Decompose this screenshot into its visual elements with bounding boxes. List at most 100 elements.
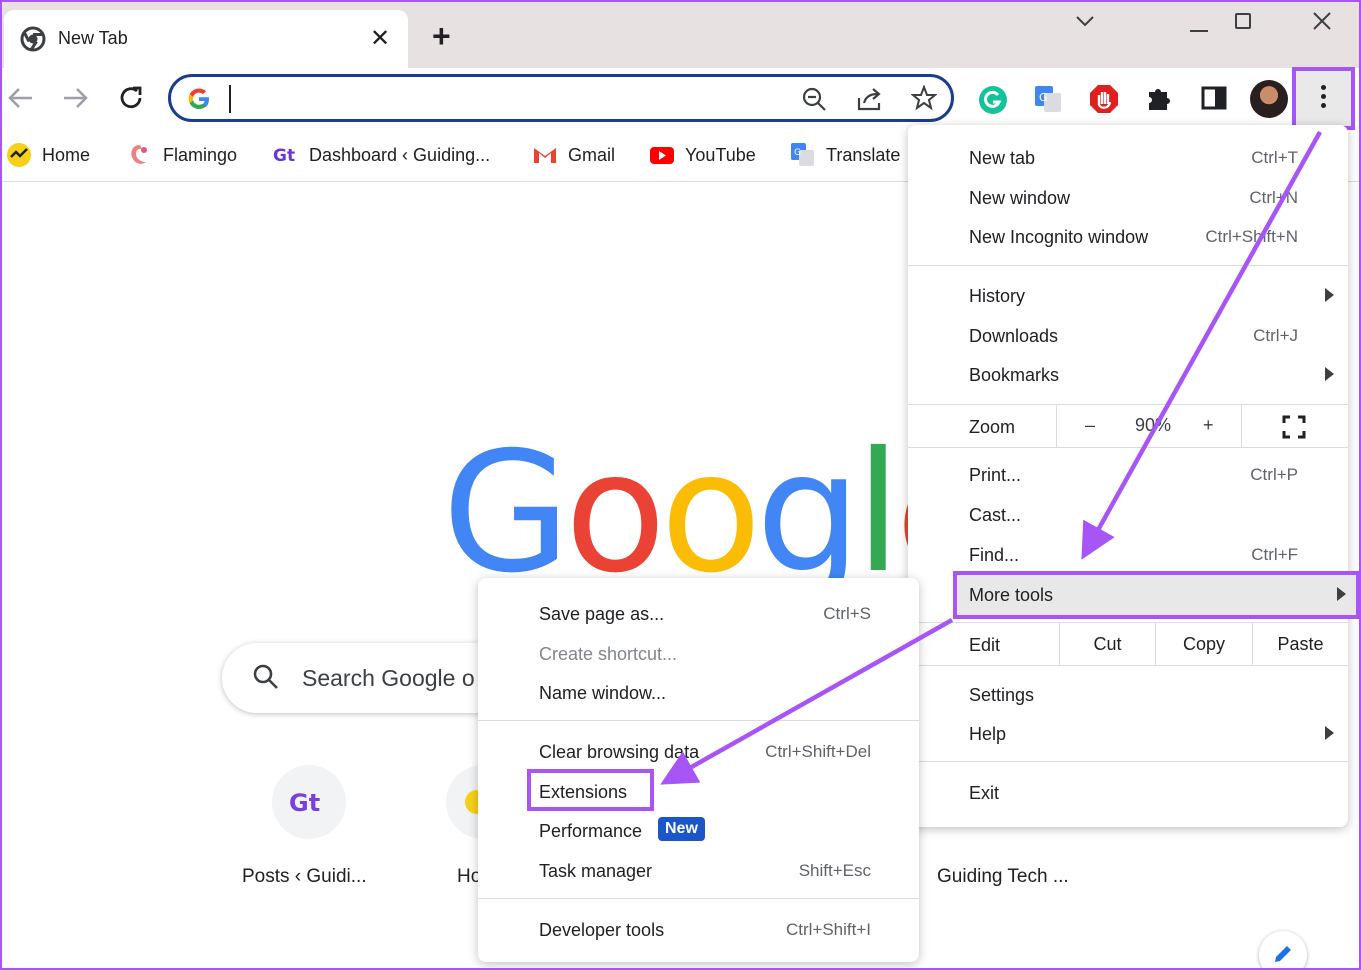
submenu-arrow-icon — [1325, 288, 1334, 302]
bookmark-youtube[interactable]: YouTube — [649, 142, 756, 168]
menu-item-label: New window — [969, 188, 1071, 208]
zoom-icon[interactable] — [801, 86, 827, 112]
menu-item-save-page[interactable]: Save page as... Ctrl+S — [478, 598, 919, 634]
chrome-main-menu: New tab Ctrl+T New window Ctrl+N New Inc… — [908, 125, 1348, 827]
menu-item-bookmarks[interactable]: Bookmarks — [908, 357, 1348, 393]
bookmark-label: YouTube — [685, 144, 756, 165]
menu-item-label: Create shortcut... — [539, 644, 678, 664]
tab-search-icon[interactable] — [1075, 14, 1095, 28]
menu-item-shortcut: Ctrl+N — [1249, 188, 1298, 207]
menu-item-new-incognito[interactable]: New Incognito window Ctrl+Shift+N — [908, 219, 1348, 255]
bookmark-label: Home — [42, 144, 91, 165]
menu-item-performance[interactable]: Performance New — [478, 815, 919, 851]
menu-item-clear-browsing-data[interactable]: Clear browsing data Ctrl+Shift+Del — [478, 736, 919, 772]
chrome-menu-button[interactable] — [1292, 67, 1355, 130]
menu-item-find[interactable]: Find... Ctrl+F — [908, 537, 1348, 573]
menu-item-new-window[interactable]: New window Ctrl+N — [908, 180, 1348, 216]
menu-item-label: Cast... — [969, 505, 1022, 525]
menu-item-label: Find... — [969, 545, 1020, 565]
zoom-label: Zoom — [969, 417, 1016, 437]
fullscreen-button[interactable] — [1241, 405, 1348, 447]
fullscreen-icon — [1282, 415, 1306, 439]
bookmark-gmail[interactable]: Gmail — [532, 142, 615, 168]
menu-item-shortcut: Shift+Esc — [798, 861, 871, 880]
menu-item-history[interactable]: History — [908, 278, 1348, 314]
menu-item-label: New tab — [969, 148, 1036, 168]
menu-item-name-window[interactable]: Name window... — [478, 677, 919, 713]
pencil-icon — [1275, 946, 1291, 962]
menu-item-label: Task manager — [539, 861, 653, 881]
menu-item-shortcut: Ctrl+Shift+Del — [765, 742, 871, 761]
zoom-out-button[interactable]: – — [1085, 415, 1095, 436]
menu-separator — [908, 761, 1348, 762]
menu-item-help[interactable]: Help — [908, 716, 1348, 752]
edit-label: Edit — [969, 635, 1001, 655]
forward-icon[interactable] — [62, 86, 88, 110]
back-icon[interactable] — [8, 86, 34, 110]
menu-item-print[interactable]: Print... Ctrl+P — [908, 457, 1348, 493]
minimize-icon[interactable] — [1190, 30, 1208, 32]
zoom-in-button[interactable]: + — [1203, 415, 1214, 436]
extensions-puzzle-icon[interactable] — [1145, 84, 1173, 112]
close-tab-icon[interactable]: ✕ — [370, 24, 390, 53]
menu-separator — [908, 665, 1348, 666]
grammarly-icon[interactable] — [978, 85, 1008, 115]
shortcut-label: Posts ‹ Guidi... — [242, 866, 367, 887]
submenu-arrow-icon — [1337, 587, 1346, 601]
customize-button[interactable] — [1259, 931, 1307, 970]
gmail-icon — [534, 148, 556, 163]
menu-item-cast[interactable]: Cast... — [908, 497, 1348, 533]
paste-button[interactable]: Paste — [1252, 623, 1348, 665]
reload-icon[interactable] — [117, 84, 145, 112]
menu-item-exit[interactable]: Exit — [908, 775, 1348, 811]
menu-item-shortcut: Ctrl+Shift+I — [785, 920, 871, 939]
menu-separator — [478, 720, 919, 721]
maximize-icon[interactable] — [1235, 13, 1251, 29]
menu-item-create-shortcut[interactable]: Create shortcut... — [478, 638, 919, 674]
menu-item-label: Bookmarks — [969, 365, 1060, 385]
bookmark-label: Dashboard ‹ Guiding... — [309, 144, 491, 165]
new-tab-button[interactable]: + — [432, 20, 451, 52]
bookmark-label: Flamingo — [163, 144, 238, 165]
guiding-tech-icon: Gt — [273, 146, 295, 166]
menu-separator — [908, 265, 1348, 266]
menu-item-downloads[interactable]: Downloads Ctrl+J — [908, 318, 1348, 354]
submenu-arrow-icon — [1325, 726, 1334, 740]
chrome-icon — [20, 26, 46, 52]
cut-button[interactable]: Cut — [1059, 623, 1155, 665]
address-bar[interactable] — [168, 74, 954, 122]
menu-item-label: Developer tools — [539, 920, 665, 940]
home-bookmark-icon — [7, 143, 31, 167]
menu-item-label: Save page as... — [539, 604, 665, 624]
menu-item-label: Settings — [969, 685, 1035, 705]
copy-button[interactable]: Copy — [1155, 623, 1252, 665]
youtube-icon — [650, 147, 674, 164]
menu-item-new-tab[interactable]: New tab Ctrl+T — [908, 140, 1348, 176]
shortcut-label: Guiding Tech ... — [937, 866, 1069, 887]
profile-avatar[interactable] — [1250, 80, 1288, 118]
side-panel-icon[interactable] — [1201, 86, 1227, 110]
bookmark-dashboard[interactable]: Gt Dashboard ‹ Guiding... — [273, 142, 490, 168]
menu-item-label: New Incognito window — [969, 227, 1149, 247]
translate-extension-icon[interactable]: G — [1033, 84, 1063, 114]
menu-item-label: More tools — [969, 585, 1054, 605]
share-icon[interactable] — [856, 86, 884, 112]
kebab-menu-icon — [1321, 85, 1327, 112]
bookmark-flamingo[interactable]: Flamingo — [127, 142, 237, 168]
zoom-controls: – 90% + — [1056, 405, 1241, 447]
menu-item-settings[interactable]: Settings — [908, 677, 1348, 713]
bookmark-translate[interactable]: G Translate — [790, 142, 900, 168]
menu-item-shortcut: Ctrl+P — [1250, 465, 1298, 484]
text-caret — [229, 85, 231, 113]
menu-item-label: Clear browsing data — [539, 742, 700, 762]
menu-item-developer-tools[interactable]: Developer tools Ctrl+Shift+I — [478, 914, 919, 950]
flamingo-icon — [131, 145, 147, 164]
active-tab[interactable]: New Tab ✕ — [4, 10, 408, 68]
close-window-icon[interactable] — [1313, 12, 1331, 30]
menu-item-task-manager[interactable]: Task manager Shift+Esc — [478, 855, 919, 891]
adblock-icon[interactable] — [1089, 84, 1119, 114]
bookmark-star-icon[interactable] — [911, 85, 937, 111]
shortcut-tile[interactable]: Gt — [272, 765, 346, 839]
menu-item-more-tools[interactable]: More tools — [953, 571, 1360, 619]
bookmark-home[interactable]: Home — [6, 142, 90, 168]
